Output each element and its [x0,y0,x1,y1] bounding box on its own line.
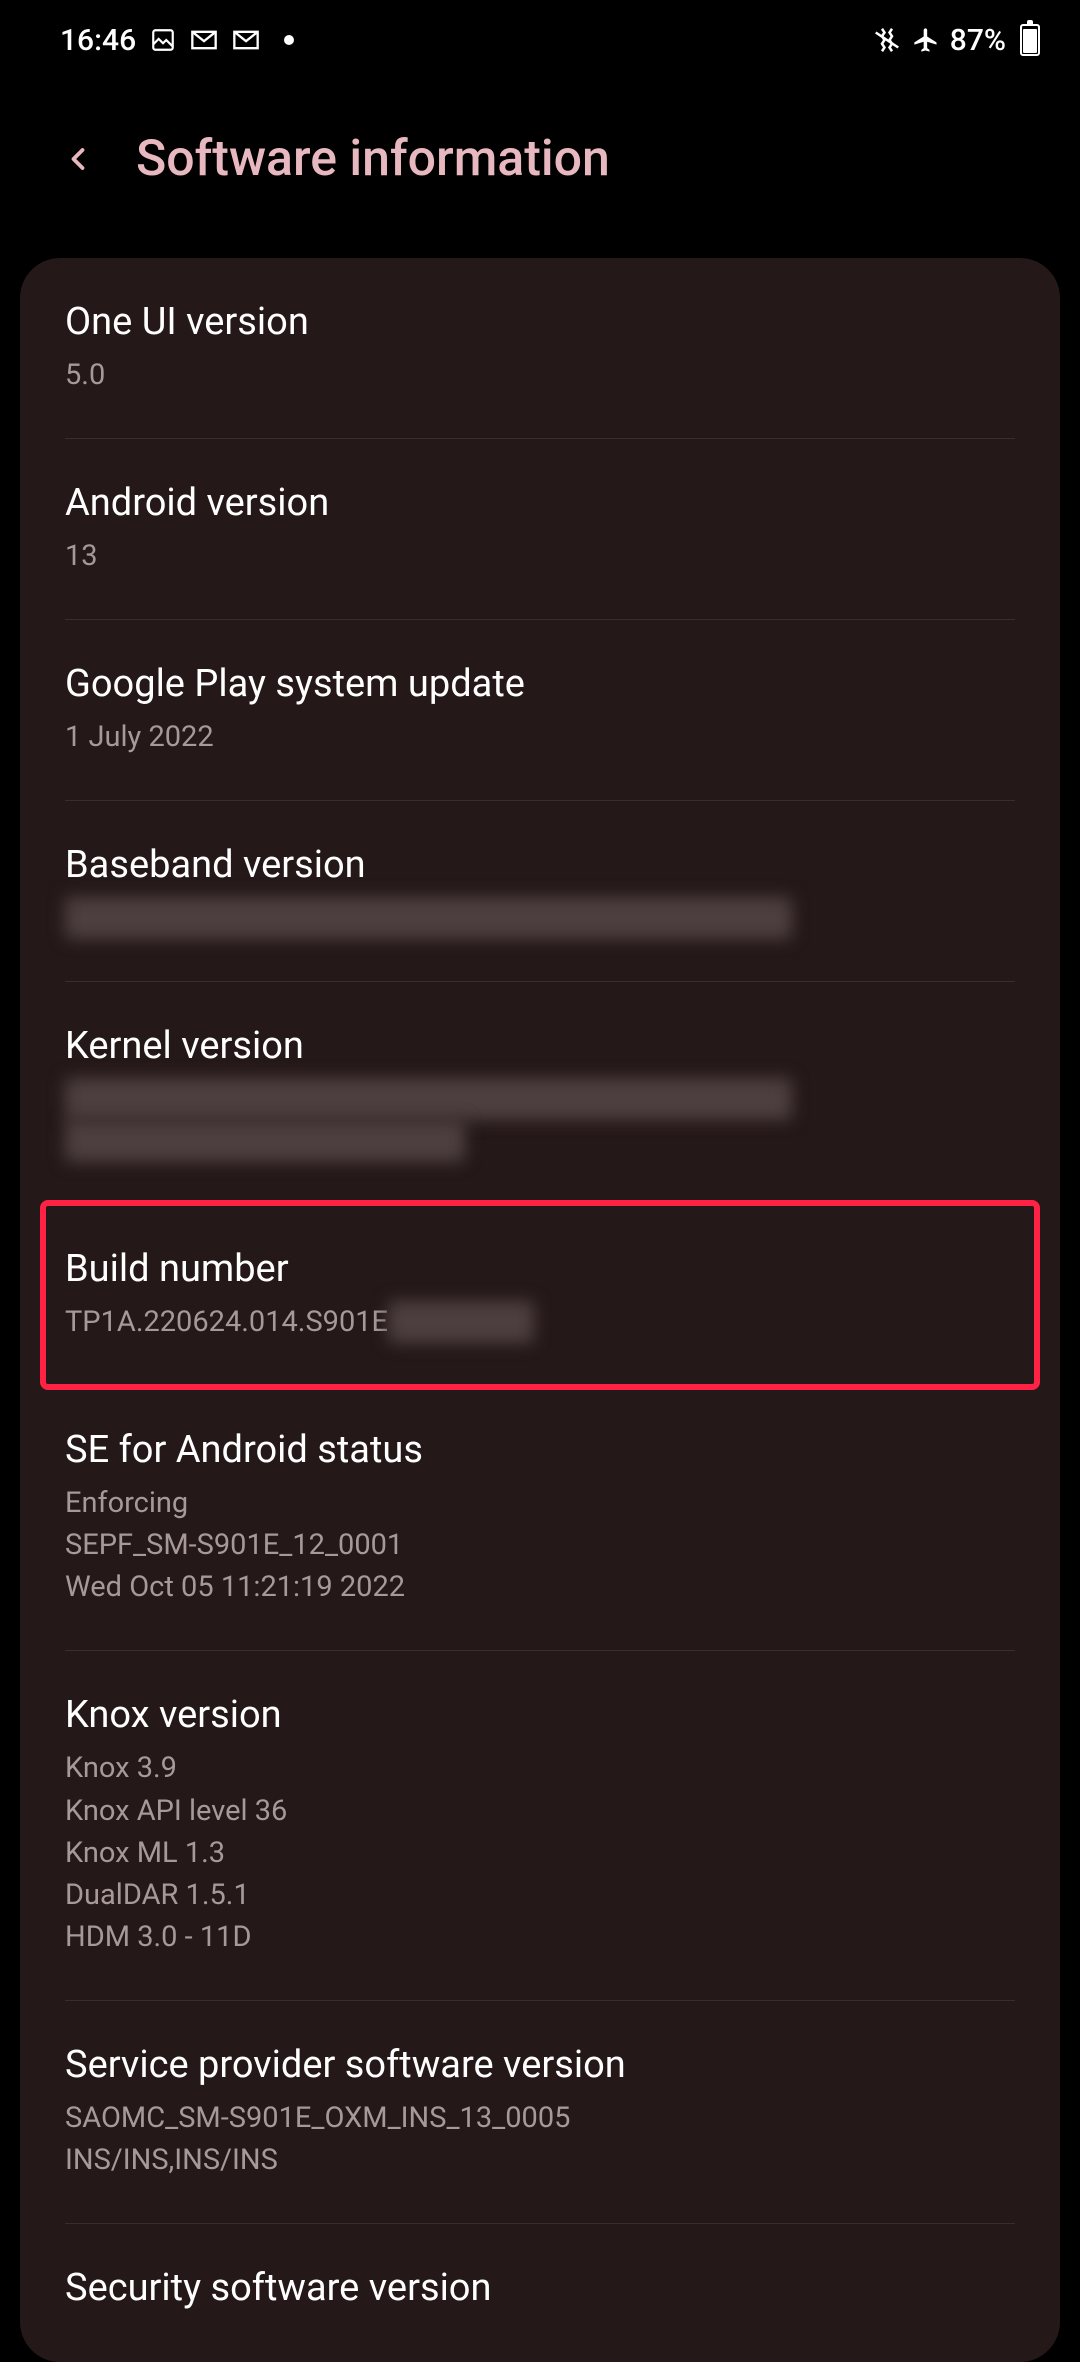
list-item[interactable]: Build number TP1A.220624.014.S901EXXXXXXX… [65,1205,1015,1386]
header: Software information [0,80,1080,258]
status-bar: 16:46 [0,0,1080,80]
status-left: 16:46 [60,23,294,58]
list-item[interactable]: Knox version Knox 3.9 Knox API level 36 K… [65,1651,1015,2000]
item-value: 13 [65,535,1015,577]
battery-percent: 87% [950,23,1006,58]
status-time: 16:46 [60,23,136,58]
notification-dot-icon [284,35,294,45]
item-value: XXXXXXXXXXXXXXXXXXXXXXXXXXXXXXXXXXXXXXXX… [65,1078,1015,1162]
list-item[interactable]: SE for Android status Enforcing SEPF_SM-S… [65,1386,1015,1651]
item-title: Build number [65,1247,1015,1291]
back-icon[interactable] [60,141,96,177]
item-title: Security software version [65,2266,1015,2310]
list-item[interactable]: Android version 13 [65,439,1015,620]
list-item[interactable]: Google Play system update 1 July 2022 [65,620,1015,801]
list-item[interactable]: Service provider software version SAOMC_S… [65,2001,1015,2224]
item-value: Knox 3.9 Knox API level 36 Knox ML 1.3 D… [65,1747,1015,1957]
item-title: Service provider software version [65,2043,1015,2087]
airplane-icon [912,26,940,54]
item-title: Android version [65,481,1015,525]
content-panel: One UI version 5.0 Android version 13 Google… [20,258,1060,2362]
mail-icon-1 [190,29,218,51]
item-value: 5.0 [65,354,1015,396]
list-item[interactable]: Baseband version XXXXXXXXXXXXXXXXXXXXXXXX… [65,801,1015,982]
item-value: SAOMC_SM-S901E_OXM_INS_13_0005 INS/INS,I… [65,2097,1015,2181]
item-value: Enforcing SEPF_SM-S901E_12_0001 Wed Oct … [65,1482,1015,1608]
item-value: XXXXXXXXXXXXXXXXXXXXXXXXXXXXXXXXXXXXXXXX [65,897,1015,939]
page-title: Software information [136,130,610,188]
item-value: 1 July 2022 [65,716,1015,758]
vibrate-icon [872,25,902,55]
item-value: TP1A.220624.014.S901EXXXXXXXX [65,1301,1015,1343]
item-title: Kernel version [65,1024,1015,1068]
list-item[interactable]: One UI version 5.0 [65,258,1015,439]
list-item[interactable]: Security software version [65,2224,1015,2362]
item-title: Google Play system update [65,662,1015,706]
list-item[interactable]: Kernel version XXXXXXXXXXXXXXXXXXXXXXXXXX… [65,982,1015,1205]
mail-icon-2 [232,29,260,51]
item-title: SE for Android status [65,1428,1015,1472]
status-right: 87% [872,23,1040,58]
item-title: Baseband version [65,843,1015,887]
item-title: Knox version [65,1693,1015,1737]
item-title: One UI version [65,300,1015,344]
battery-icon [1020,24,1040,56]
gallery-icon [150,27,176,53]
